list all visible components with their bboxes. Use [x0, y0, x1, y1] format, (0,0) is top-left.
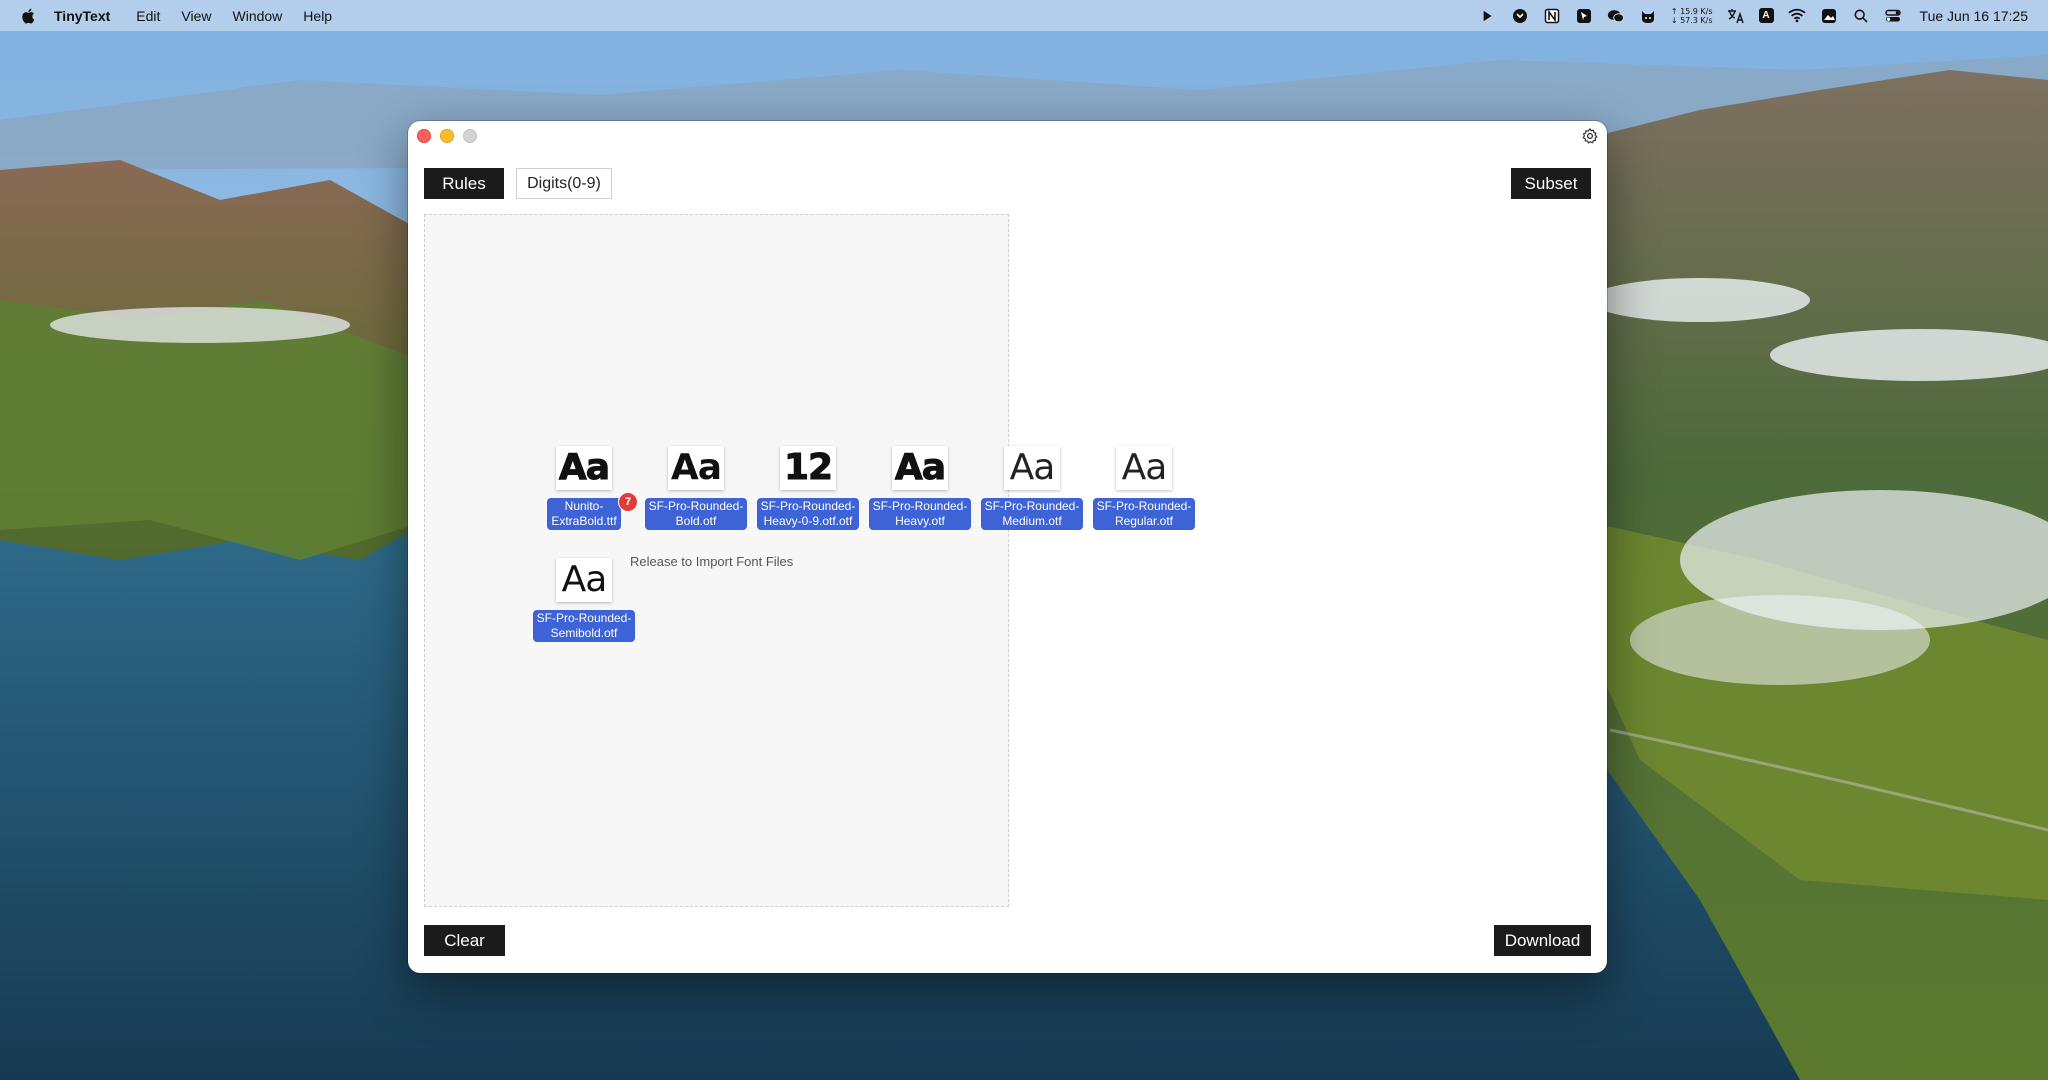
dragged-font-file[interactable]: Aa SF-Pro-Rounded- Heavy.otf [864, 446, 976, 530]
file-name-line-1: Nunito- [564, 499, 604, 513]
net-upload: ↑ 15.9 K/s [1670, 6, 1713, 16]
menu-view[interactable]: View [181, 8, 211, 24]
file-name-line-1: SF-Pro-Rounded- [536, 611, 632, 625]
download-button[interactable]: Download [1494, 925, 1591, 956]
menu-help[interactable]: Help [303, 8, 332, 24]
dragged-font-file[interactable]: 12 SF-Pro-Rounded- Heavy-0-9.otf.otf [752, 446, 864, 530]
file-name-line-1: SF-Pro-Rounded- [760, 499, 856, 513]
menu-edit[interactable]: Edit [136, 8, 160, 24]
wechat-icon[interactable] [1607, 7, 1625, 25]
wifi-icon[interactable] [1787, 7, 1806, 25]
file-name-line-1: SF-Pro-Rounded- [984, 499, 1080, 513]
rule-tag-digits[interactable]: Digits(0-9) [516, 168, 612, 199]
drag-count-badge: 7 [618, 492, 638, 512]
font-preview-thumbnail: 12 [780, 446, 836, 490]
cursor-icon[interactable] [1575, 7, 1593, 25]
control-center-icon[interactable] [1884, 7, 1902, 25]
font-file-name: SF-Pro-Rounded- Semibold.otf [532, 610, 636, 642]
drop-hint-text: Release to Import Font Files [630, 554, 794, 569]
input-method-icon[interactable]: A [1758, 8, 1774, 23]
notion-icon[interactable] [1543, 7, 1561, 25]
dragged-font-file[interactable]: Aa SF-Pro-Rounded- Regular.otf [1088, 446, 1200, 530]
terminal-icon[interactable] [1479, 7, 1497, 25]
file-name-line-2: Heavy-0-9.otf.otf [763, 514, 853, 528]
font-preview-thumbnail: Aa [556, 558, 612, 602]
menu-bar: TinyText Edit View Window Help ↑ 15.9 K/… [0, 0, 2048, 31]
apple-menu-icon[interactable] [20, 7, 38, 25]
file-name-line-1: SF-Pro-Rounded- [648, 499, 744, 513]
font-file-name: SF-Pro-Rounded- Medium.otf [980, 498, 1084, 530]
font-file-name: SF-Pro-Rounded- Bold.otf [644, 498, 748, 530]
dragged-font-file[interactable]: Aa SF-Pro-Rounded- Semibold.otf [528, 558, 640, 642]
dragged-font-file[interactable]: Aa Nunito- ExtraBold.ttf [528, 446, 640, 530]
rules-button[interactable]: Rules [424, 168, 504, 199]
file-name-line-2: ExtraBold.ttf [551, 514, 617, 528]
close-window-button[interactable] [417, 129, 431, 143]
font-file-name: SF-Pro-Rounded- Regular.otf [1092, 498, 1196, 530]
font-preview-thumbnail: Aa [1004, 446, 1060, 490]
font-preview-thumbnail: Aa [892, 446, 948, 490]
screenshot-icon[interactable] [1511, 7, 1529, 25]
menu-app-name[interactable]: TinyText [54, 8, 110, 24]
file-name-line-2: Bold.otf [675, 514, 717, 528]
tinytext-window: Rules Digits(0-9) Subset Clear Download [408, 121, 1607, 973]
file-name-line-2: Heavy.otf [895, 514, 945, 528]
translate-icon[interactable] [1727, 7, 1745, 25]
cat-icon[interactable] [1639, 7, 1657, 25]
network-speed[interactable]: ↑ 15.9 K/s ↓ 57.3 K/s [1671, 7, 1713, 25]
photos-icon[interactable] [1820, 7, 1838, 25]
dragged-font-file[interactable]: Aa SF-Pro-Rounded- Medium.otf [976, 446, 1088, 530]
font-file-name: SF-Pro-Rounded- Heavy.otf [868, 498, 972, 530]
font-preview-thumbnail: Aa [668, 446, 724, 490]
zoom-window-button[interactable] [463, 129, 477, 143]
dragged-font-file[interactable]: Aa SF-Pro-Rounded- Bold.otf [640, 446, 752, 530]
window-controls [417, 129, 477, 143]
file-name-line-1: SF-Pro-Rounded- [872, 499, 968, 513]
font-preview-thumbnail: Aa [556, 446, 612, 490]
net-download: ↓ 57.3 K/s [1670, 15, 1713, 25]
font-file-name: Nunito- ExtraBold.ttf [547, 498, 621, 530]
file-name-line-2: Semibold.otf [550, 626, 618, 640]
spotlight-search-icon[interactable] [1852, 7, 1870, 25]
gear-icon[interactable] [1581, 127, 1599, 145]
menu-clock[interactable]: Tue Jun 16 17:25 [1920, 8, 2028, 24]
subset-button[interactable]: Subset [1511, 168, 1591, 199]
file-name-line-1: SF-Pro-Rounded- [1096, 499, 1192, 513]
font-file-name: SF-Pro-Rounded- Heavy-0-9.otf.otf [756, 498, 860, 530]
minimize-window-button[interactable] [440, 129, 454, 143]
clear-button[interactable]: Clear [424, 925, 505, 956]
font-preview-thumbnail: Aa [1116, 446, 1172, 490]
file-name-line-2: Regular.otf [1114, 514, 1174, 528]
menu-window[interactable]: Window [233, 8, 283, 24]
file-name-line-2: Medium.otf [1002, 514, 1062, 528]
